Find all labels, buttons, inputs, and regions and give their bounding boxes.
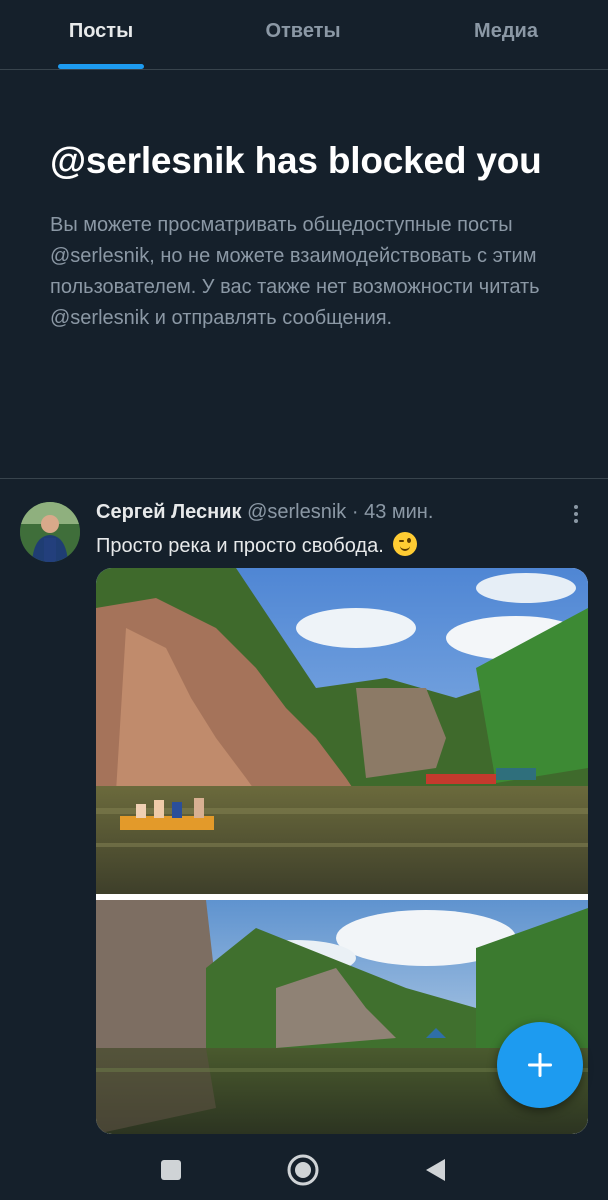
compose-button[interactable] — [497, 1022, 583, 1108]
blocked-notice: @serlesnik has blocked you Вы можете про… — [50, 138, 560, 334]
tab-posts-label: Посты — [68, 20, 134, 42]
avatar[interactable] — [20, 502, 80, 562]
plus-icon — [528, 1053, 552, 1077]
more-vertical-icon[interactable] — [566, 502, 586, 526]
tab-media[interactable]: Медиа — [404, 0, 608, 69]
system-nav-bar — [0, 1140, 608, 1200]
tab-replies-label: Ответы — [265, 20, 341, 42]
separator-dot: · — [351, 501, 359, 523]
tab-replies[interactable]: Ответы — [202, 0, 404, 69]
back-triangle-icon[interactable] — [417, 1152, 453, 1188]
tab-posts[interactable]: Посты — [0, 0, 202, 69]
photo-1 — [96, 568, 588, 894]
square-icon[interactable] — [153, 1152, 189, 1188]
winking-face-icon — [393, 532, 418, 556]
post-header: Сергей Лесник @serlesnik · 43 мин. — [96, 499, 548, 525]
post-time[interactable]: 43 мин. — [364, 501, 433, 523]
tab-media-label: Медиа — [474, 20, 538, 42]
post-text: Просто река и просто свобода. — [96, 532, 418, 560]
divider — [0, 478, 608, 479]
profile-tabs: Посты Ответы Медиа — [0, 0, 608, 70]
author-handle[interactable]: @serlesnik — [247, 501, 346, 523]
circle-icon[interactable] — [285, 1152, 321, 1188]
blocked-description: Вы можете просматривать общедоступные по… — [50, 214, 540, 329]
post-text-content: Просто река и просто свобода. — [96, 535, 384, 557]
profile-page: Посты Ответы Медиа @serlesnik has blocke… — [0, 0, 608, 1200]
active-tab-indicator — [58, 64, 144, 69]
author-name[interactable]: Сергей Лесник — [96, 501, 242, 523]
blocked-title: @serlesnik has blocked you — [50, 140, 542, 181]
